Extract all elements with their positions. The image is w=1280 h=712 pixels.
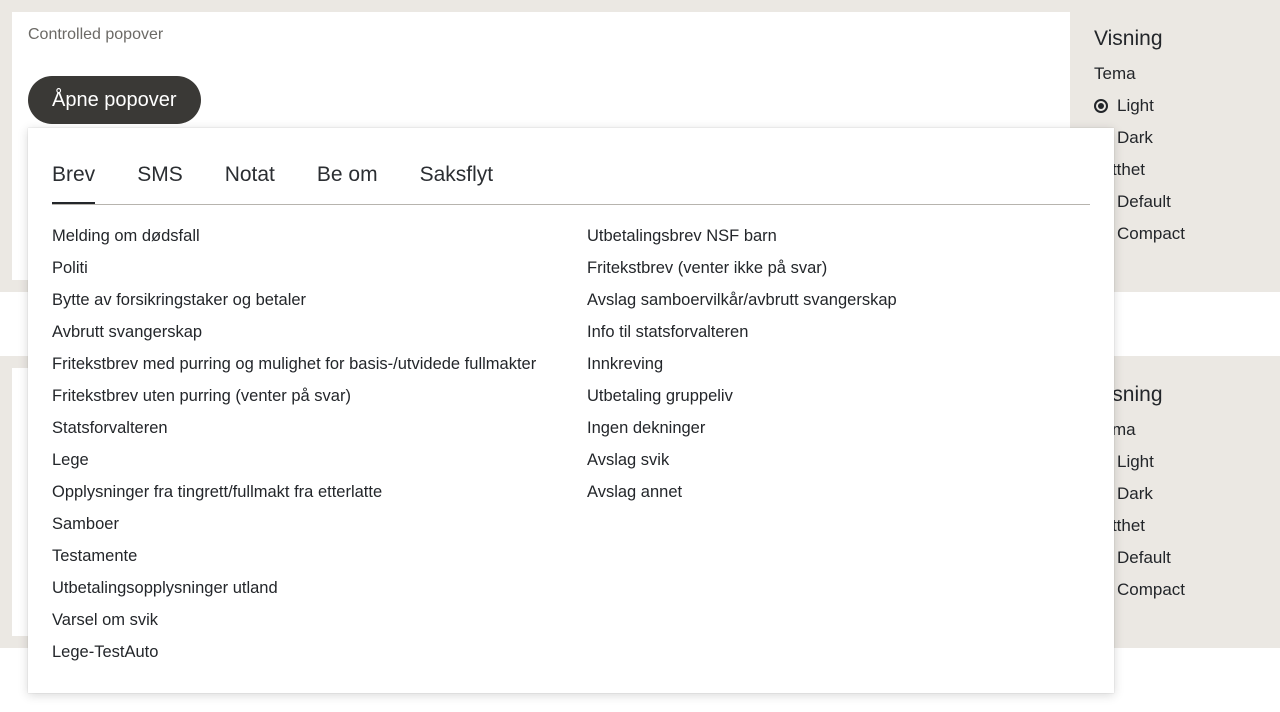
tab-be-om[interactable]: Be om bbox=[317, 158, 378, 204]
letter-item[interactable]: Avbrutt svangerskap bbox=[52, 318, 536, 350]
density-label: Tetthet bbox=[1094, 160, 1146, 179]
display-settings-top: Visning Tema Light Dark Tetthet Default … bbox=[1094, 26, 1280, 250]
theme-option-light[interactable]: Light bbox=[1094, 90, 1280, 122]
density-label: Tetthet bbox=[1094, 516, 1146, 535]
letter-item[interactable]: Fritekstbrev med purring og mulighet for… bbox=[52, 350, 536, 382]
tab-notat[interactable]: Notat bbox=[225, 158, 275, 204]
tab-brev[interactable]: Brev bbox=[52, 158, 96, 204]
settings-title: Visning bbox=[1094, 27, 1163, 50]
letter-item[interactable]: Ingen dekninger bbox=[587, 414, 897, 446]
settings-title: Visning bbox=[1094, 383, 1163, 406]
density-option-label: Compact bbox=[1117, 224, 1186, 243]
letter-item[interactable]: Avslag samboervilkår/avbrutt svangerskap bbox=[587, 286, 897, 318]
letter-item[interactable]: Melding om dødsfall bbox=[52, 222, 536, 254]
letter-item[interactable]: Utbetalingsbrev NSF barn bbox=[587, 222, 897, 254]
density-option-default[interactable]: Default bbox=[1094, 542, 1280, 574]
letter-popover: Brev SMS Notat Be om Saksflyt Melding om… bbox=[28, 128, 1114, 693]
tab-saksflyt[interactable]: Saksflyt bbox=[420, 158, 494, 204]
display-settings-bottom: Visning Tema Light Dark Tetthet Default … bbox=[1094, 382, 1280, 606]
letter-item[interactable]: Fritekstbrev uten purring (venter på sva… bbox=[52, 382, 536, 414]
letter-item[interactable]: Lege bbox=[52, 446, 536, 478]
popover-tablist: Brev SMS Notat Be om Saksflyt bbox=[52, 158, 1090, 205]
density-option-compact[interactable]: Compact bbox=[1094, 218, 1280, 250]
letter-list-right: Utbetalingsbrev NSF barn Fritekstbrev (v… bbox=[587, 222, 897, 510]
open-popover-button[interactable]: Åpne popover bbox=[28, 76, 201, 124]
density-option-default[interactable]: Default bbox=[1094, 186, 1280, 218]
story-label: Controlled popover bbox=[28, 26, 164, 43]
theme-label: Tema bbox=[1094, 420, 1136, 439]
letter-item[interactable]: Samboer bbox=[52, 510, 536, 542]
theme-option-label: Light bbox=[1117, 96, 1154, 115]
theme-option-dark[interactable]: Dark bbox=[1094, 122, 1280, 154]
letter-item[interactable]: Avslag annet bbox=[587, 478, 897, 510]
letter-item[interactable]: Bytte av forsikringstaker og betaler bbox=[52, 286, 536, 318]
letter-item[interactable]: Utbetalingsopplysninger utland bbox=[52, 574, 536, 606]
tab-sms[interactable]: SMS bbox=[137, 158, 183, 204]
letter-list-left: Melding om dødsfall Politi Bytte av fors… bbox=[52, 222, 536, 670]
theme-label: Tema bbox=[1094, 64, 1136, 83]
theme-option-label: Dark bbox=[1117, 128, 1153, 147]
letter-item[interactable]: Avslag svik bbox=[587, 446, 897, 478]
theme-option-light[interactable]: Light bbox=[1094, 446, 1280, 478]
letter-item[interactable]: Statsforvalteren bbox=[52, 414, 536, 446]
letter-item[interactable]: Opplysninger fra tingrett/fullmakt fra e… bbox=[52, 478, 536, 510]
density-option-label: Default bbox=[1117, 192, 1171, 211]
theme-option-label: Dark bbox=[1117, 484, 1153, 503]
theme-option-label: Light bbox=[1117, 452, 1154, 471]
letter-item[interactable]: Testamente bbox=[52, 542, 536, 574]
letter-item[interactable]: Varsel om svik bbox=[52, 606, 536, 638]
letter-item[interactable]: Utbetaling gruppeliv bbox=[587, 382, 897, 414]
radio-checked-icon[interactable] bbox=[1094, 99, 1108, 113]
theme-option-dark[interactable]: Dark bbox=[1094, 478, 1280, 510]
letter-item[interactable]: Info til statsforvalteren bbox=[587, 318, 897, 350]
letter-item[interactable]: Lege-TestAuto bbox=[52, 638, 536, 670]
density-option-label: Default bbox=[1117, 548, 1171, 567]
density-option-compact[interactable]: Compact bbox=[1094, 574, 1280, 606]
letter-item[interactable]: Innkreving bbox=[587, 350, 897, 382]
density-option-label: Compact bbox=[1117, 580, 1186, 599]
letter-item[interactable]: Fritekstbrev (venter ikke på svar) bbox=[587, 254, 897, 286]
letter-item[interactable]: Politi bbox=[52, 254, 536, 286]
